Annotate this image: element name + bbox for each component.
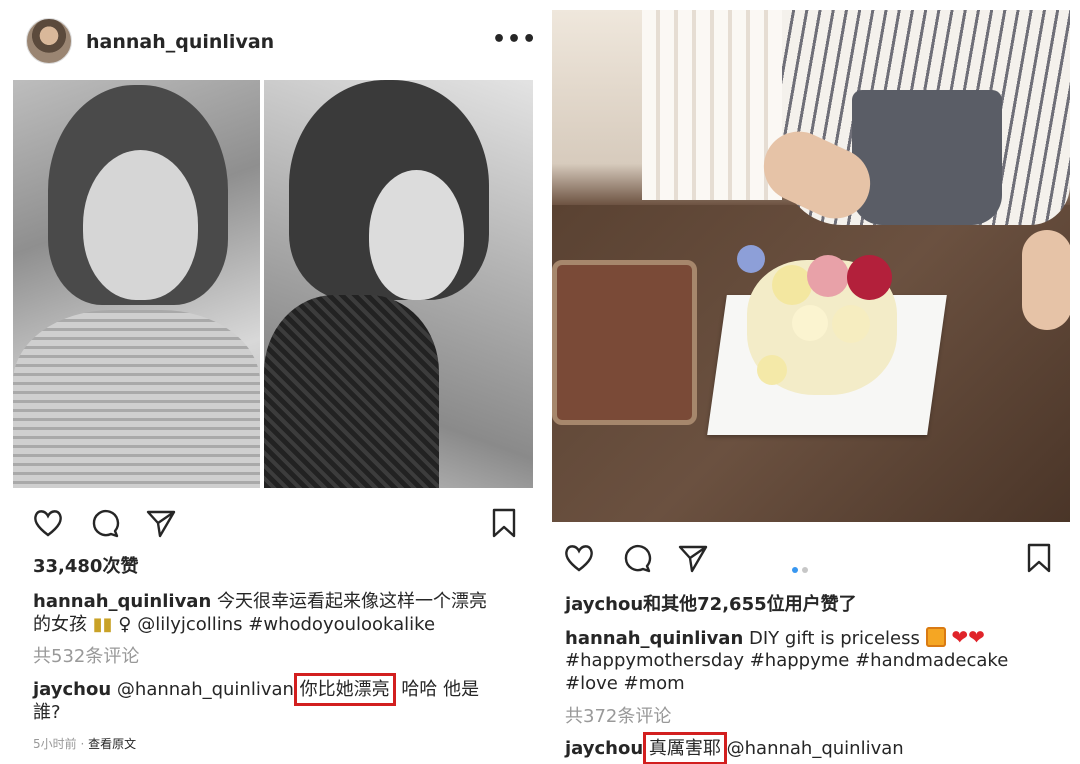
caption-username[interactable]: hannah_quinlivan (565, 628, 743, 649)
see-original-link[interactable]: 查看原文 (88, 737, 136, 751)
caption-text-2a: 的女孩 (33, 614, 87, 635)
comment-line: jaychou 真厲害耶 @hannah_quinlivan (565, 732, 904, 764)
post-username[interactable]: hannah_quinlivan (86, 31, 274, 53)
view-comments[interactable]: 共532条评论 (33, 645, 139, 668)
highlighted-comment: 真厲害耶 (642, 732, 727, 764)
caption-text: DIY gift is priceless (749, 628, 920, 649)
girls-emoji-icon: ▮▮ (92, 614, 113, 635)
bookmark-icon[interactable] (1023, 542, 1055, 574)
arm-right (1022, 230, 1070, 330)
comment-mention[interactable]: @hannah_quinlivan (727, 738, 904, 759)
share-icon[interactable] (145, 507, 177, 539)
share-icon[interactable] (677, 542, 709, 574)
action-bar (0, 507, 545, 547)
avatar[interactable] (26, 18, 72, 64)
carousel-dot-active (792, 567, 798, 573)
comment-icon[interactable] (89, 507, 121, 539)
gift-icon (925, 627, 946, 647)
heart-emoji-icon: ❤ (951, 625, 969, 649)
female-sign: ♀ (118, 614, 132, 635)
left-post: hannah_quinlivan ••• 33,480次赞 hannah_qui… (0, 0, 545, 764)
post-photo-left[interactable] (13, 80, 260, 488)
view-comments[interactable]: 共372条评论 (565, 705, 671, 728)
heart-emoji-icon: ❤ (968, 625, 985, 649)
post-time: 5小时前 · 查看原文 (33, 737, 137, 751)
hashtags-line-1[interactable]: #happymothersday #happyme #handmadecake (565, 649, 1008, 672)
comment-icon[interactable] (621, 542, 653, 574)
caption-line: hannah_quinlivan DIY gift is priceless ❤… (565, 626, 985, 650)
post-photo-cake[interactable] (552, 10, 1070, 522)
comment-mention[interactable]: @hannah_quinlivan (117, 679, 294, 700)
caption-line: hannah_quinlivan 今天很幸运看起来像这样一个漂亮 (33, 590, 487, 613)
highlighted-comment: 你比她漂亮 (293, 673, 396, 706)
time-label: 5小时前 (33, 737, 77, 751)
cookie-tray (552, 260, 697, 425)
heart-icon[interactable] (32, 507, 64, 539)
window (642, 10, 782, 200)
action-bar (545, 542, 1080, 582)
apron (852, 90, 1002, 225)
post-header: hannah_quinlivan ••• (0, 0, 545, 80)
comment-line: jaychou @hannah_quinlivan 你比她漂亮 哈哈 他是 (33, 673, 480, 706)
comment-rest: 哈哈 他是 (401, 679, 480, 700)
bookmark-icon[interactable] (488, 507, 520, 539)
comment-username[interactable]: jaychou (33, 679, 111, 700)
right-post: jaychou和其他72,655位用户赞了 hannah_quinlivan D… (545, 0, 1080, 764)
post-photo-right[interactable] (264, 80, 533, 488)
comment-username[interactable]: jaychou (565, 738, 643, 759)
likes-count[interactable]: 33,480次赞 (33, 555, 138, 578)
carousel-dot (802, 567, 808, 573)
caption-username[interactable]: hannah_quinlivan (33, 591, 211, 612)
hashtags-line-2[interactable]: #love #mom (565, 672, 685, 695)
comment-line-2: 誰? (33, 702, 61, 723)
caption-text: 今天很幸运看起来像这样一个漂亮 (217, 591, 488, 612)
caption-line-2: 的女孩 ▮▮ ♀ @lilyjcollins #whodoyoulookalik… (33, 613, 435, 636)
caption-tags[interactable]: @lilyjcollins #whodoyoulookalike (137, 614, 435, 635)
likes-summary[interactable]: jaychou和其他72,655位用户赞了 (565, 593, 857, 616)
heart-icon[interactable] (563, 542, 595, 574)
more-options-icon[interactable]: ••• (492, 27, 537, 52)
carousel-indicator (792, 558, 812, 577)
